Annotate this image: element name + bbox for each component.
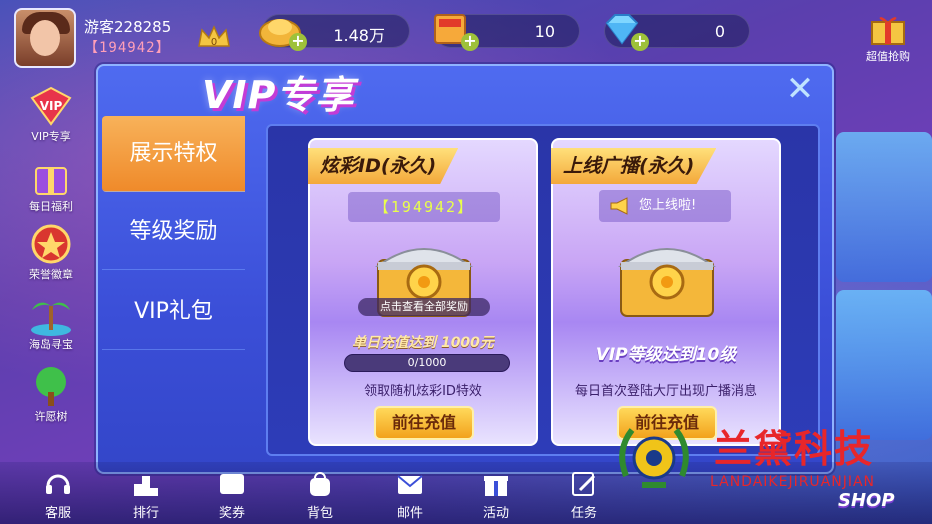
side-icon-honor-badge[interactable]: 荣誉徽章	[16, 222, 86, 290]
right-banner-top	[836, 132, 932, 282]
vip-icon: VIP	[30, 86, 72, 126]
mail-icon	[397, 475, 423, 494]
nav-activities[interactable]: 活动	[466, 470, 526, 524]
backpack-icon	[310, 472, 330, 496]
nav-lottery-tickets[interactable]: 奖券	[202, 470, 262, 524]
vip-tabs: 展示特权 等级奖励 VIP礼包	[102, 116, 245, 352]
user-id: 【194942】	[84, 40, 171, 56]
super-deal-button[interactable]: 超值抢购	[856, 8, 920, 64]
ticket-value: 10	[534, 22, 555, 41]
daily-gift-icon	[35, 167, 67, 195]
nav-mail[interactable]: 邮件	[380, 470, 440, 524]
watermark-emblem-icon	[619, 428, 689, 488]
side-icon-vip[interactable]: VIP VIP专享	[16, 84, 86, 152]
tab-vip-gift[interactable]: VIP礼包	[102, 274, 245, 350]
privilege-card-colorful-id: 炫彩ID(永久) 【194942】 点击查看全部奖励 单日充值达到 1000元 …	[308, 138, 538, 446]
card-ribbon: 炫彩ID(永久)	[308, 148, 459, 184]
gift-icon	[484, 476, 508, 496]
watermark: 兰黛科技 LANDAIKEJIRUANJIAN	[612, 416, 932, 516]
nav-ranking[interactable]: 排行	[116, 470, 176, 524]
add-gold-button[interactable]: +	[289, 33, 307, 51]
palm-island-icon	[31, 302, 71, 336]
close-button[interactable]: ✕	[784, 72, 816, 106]
card-description: 领取随机炫彩ID特效	[364, 384, 482, 399]
svg-text:0: 0	[211, 37, 217, 48]
username: 游客228285	[84, 18, 172, 36]
view-all-rewards-link[interactable]: 点击查看全部奖励	[358, 298, 490, 316]
crown-icon[interactable]: 0	[196, 24, 232, 50]
wish-tree-icon	[36, 367, 66, 406]
modal-title: VIP专享	[202, 73, 355, 117]
task-pencil-icon	[572, 472, 596, 496]
progress-text: 0/1000	[407, 356, 447, 369]
ticket-icon	[220, 474, 244, 494]
privilege-card-online-broadcast: 上线广播(永久) 您上线啦! VIP等级达到10级 每日首次登陆大厅出现广播消息…	[551, 138, 781, 446]
ticket-balance[interactable]: + 10	[434, 14, 580, 51]
recharge-progress-bar: 0/1000	[344, 354, 510, 372]
watermark-text-en: LANDAIKEJIRUANJIAN	[710, 474, 876, 490]
recharge-condition: 单日充值达到 1000元	[352, 335, 494, 351]
tab-level-rewards[interactable]: 等级奖励	[102, 194, 245, 270]
svg-text:VIP: VIP	[40, 99, 63, 113]
gift-box-icon	[871, 17, 905, 45]
gold-value: 1.48万	[333, 26, 385, 45]
diamond-value: 0	[714, 22, 725, 41]
side-icon-daily-bonus[interactable]: 每日福利	[16, 154, 86, 222]
nav-customer-service[interactable]: 客服	[28, 470, 88, 524]
avatar[interactable]	[14, 8, 76, 68]
diamond-balance[interactable]: + 0	[604, 14, 750, 51]
card-ribbon: 上线广播(永久)	[551, 148, 717, 184]
side-icon-island-treasure[interactable]: 海岛寻宝	[16, 292, 86, 360]
gold-coin-balance[interactable]: + 1.48万	[259, 14, 410, 51]
podium-icon	[134, 476, 158, 496]
add-ticket-button[interactable]: +	[461, 33, 479, 51]
top-bar: 游客228285 【194942】 0 + 1.48万 + 10 + 0 超值抢…	[0, 0, 932, 68]
go-recharge-button[interactable]: 前往充值	[374, 406, 474, 440]
online-text: 您上线啦!	[639, 198, 697, 213]
add-diamond-button[interactable]: +	[631, 33, 649, 51]
card-description: 每日首次登陆大厅出现广播消息	[574, 384, 757, 399]
watermark-text-cn: 兰黛科技	[714, 426, 875, 471]
side-icon-wish-tree[interactable]: 许愿树	[16, 364, 86, 432]
nav-tasks[interactable]: 任务	[554, 470, 614, 524]
online-broadcast-preview: 您上线啦!	[599, 190, 731, 222]
headset-icon	[46, 474, 70, 494]
nav-backpack[interactable]: 背包	[290, 470, 350, 524]
treasure-chest-icon	[617, 248, 717, 317]
megaphone-icon	[610, 197, 628, 215]
colorful-id-display: 【194942】	[348, 192, 500, 222]
tab-display-privilege[interactable]: 展示特权	[102, 116, 245, 192]
vip-level-condition: VIP等级达到10级	[595, 345, 737, 365]
badge-icon	[31, 224, 71, 264]
